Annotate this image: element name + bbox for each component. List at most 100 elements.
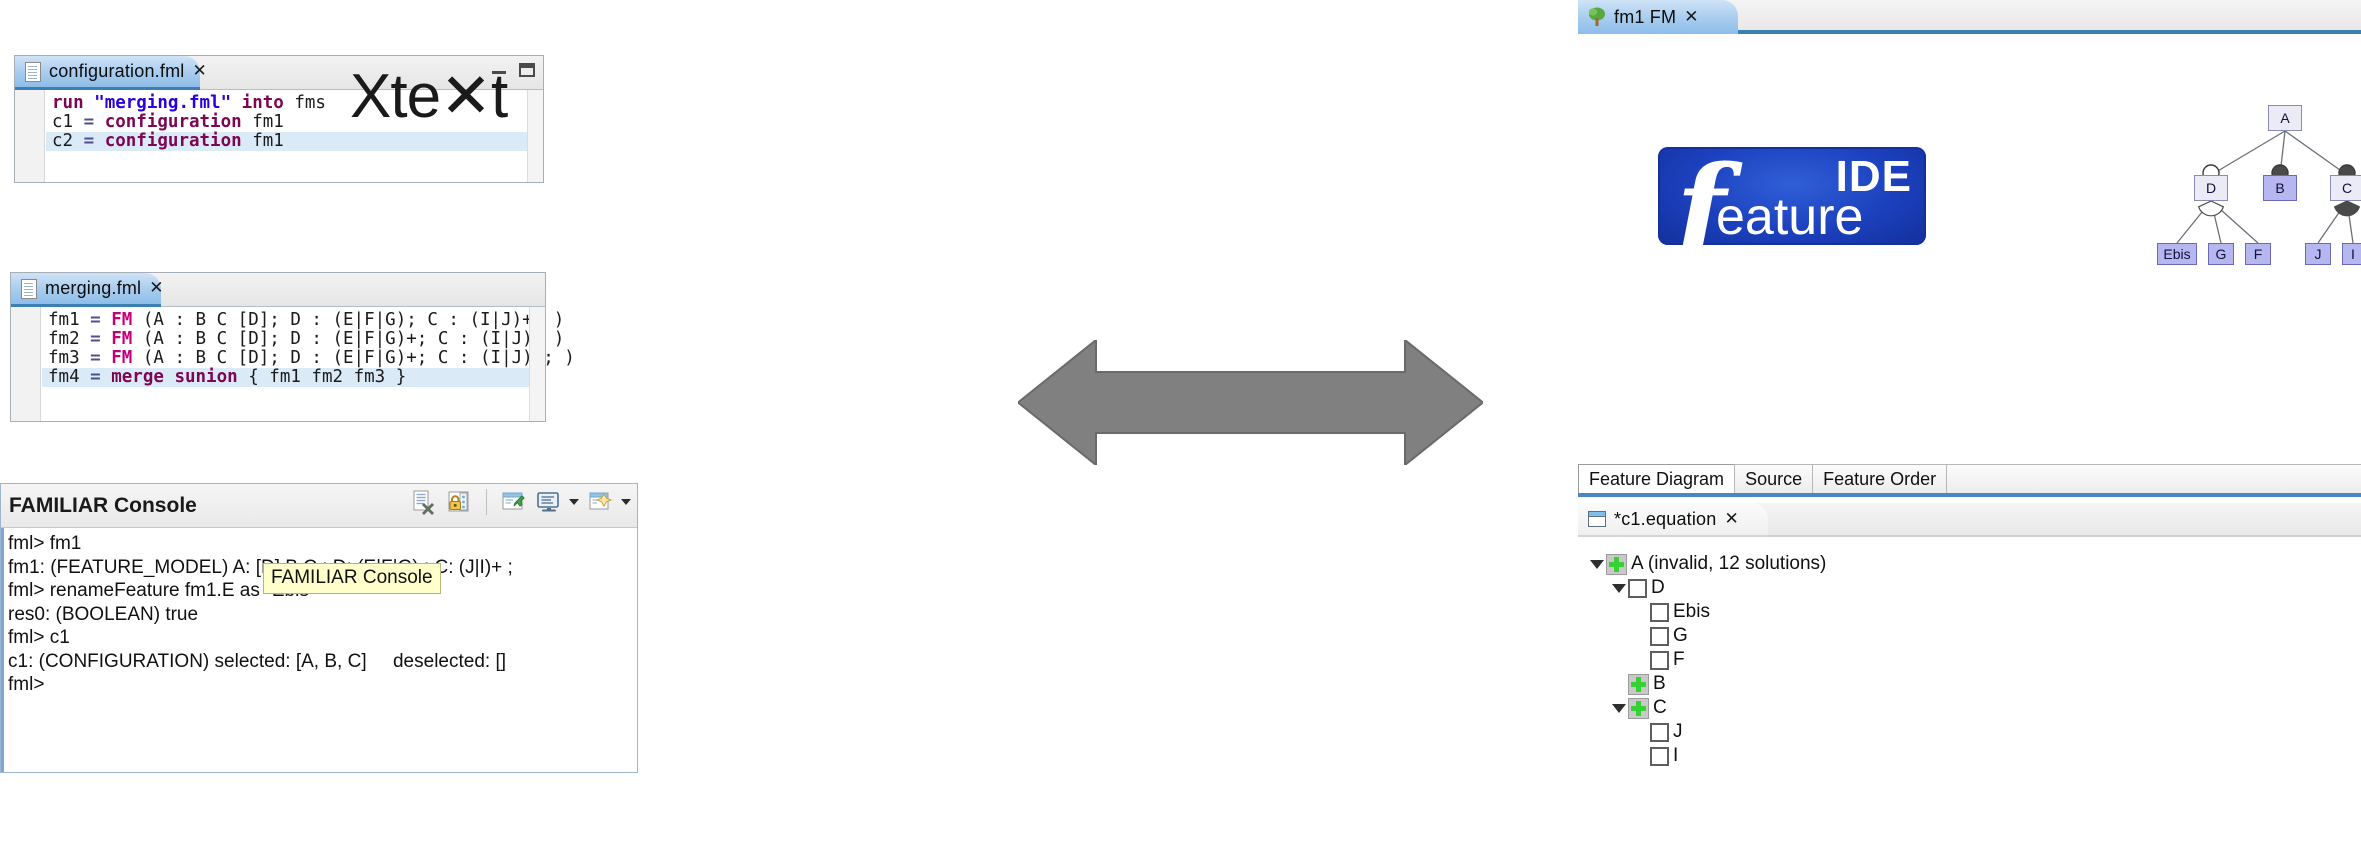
tab-fm1-fm[interactable]: fm1 FM ✕ xyxy=(1578,0,1738,34)
tree-row-label: Ebis xyxy=(1673,601,1710,622)
tree-row[interactable]: C xyxy=(1588,696,2188,720)
feature-node-label: D xyxy=(2205,180,2217,196)
view-tab-feature-diagram[interactable]: Feature Diagram xyxy=(1578,464,1736,493)
feature-node-d[interactable]: D xyxy=(2194,175,2228,201)
code-token: FM xyxy=(111,329,143,349)
tree-row[interactable]: B xyxy=(1588,672,2188,696)
view-tabs-filler: . xyxy=(1946,464,2361,493)
feature-node-c[interactable]: C xyxy=(2330,175,2361,201)
selected-plus-icon[interactable] xyxy=(1606,553,1627,575)
tree-row[interactable]: J xyxy=(1588,720,2188,744)
tab-merging-fml[interactable]: merging.fml ✕ xyxy=(11,273,163,307)
tree-icon xyxy=(1588,7,1606,27)
code-token: fm4 xyxy=(48,367,91,387)
clear-console-icon[interactable] xyxy=(411,489,437,515)
display-selected-console-icon[interactable] xyxy=(536,489,562,515)
configuration-tree[interactable]: A (invalid, 12 solutions) D Ebis G F B C J I xyxy=(1588,552,2188,768)
code-line: fm3 = FM (A : B C [D]; D : (E|F|G)+; C :… xyxy=(42,348,575,368)
close-icon[interactable]: ✕ xyxy=(149,280,163,297)
tree-row-label: B xyxy=(1653,673,1666,694)
feature-diagram-canvas[interactable]: A D B C Ebis G F J I xyxy=(2080,105,2361,285)
checkbox-icon[interactable] xyxy=(1650,626,1669,646)
code-token: (A : B C [D]; D : (E|F|G)+; C : (I|J)+; … xyxy=(142,348,575,368)
tree-row[interactable]: A (invalid, 12 solutions) xyxy=(1588,552,2188,576)
code-token: = xyxy=(90,348,112,368)
expand-arrow-icon[interactable] xyxy=(1610,579,1628,597)
code-token: configuration xyxy=(104,131,242,151)
checkbox-icon[interactable] xyxy=(1650,650,1669,670)
console-line: c1: (CONFIGURATION) selected: [A, B, C] … xyxy=(8,650,507,672)
merging-code[interactable]: fm1 = FM (A : B C [D]; D : (E|F|G); C : … xyxy=(42,311,575,387)
feature-node-label: C xyxy=(2341,180,2353,196)
pin-console-icon[interactable] xyxy=(501,489,527,515)
console-line: fml> xyxy=(8,674,45,695)
code-token: (A : B C [D]; D : (E|F|G); C : (I|J)+; ) xyxy=(142,310,565,330)
tree-row[interactable]: D xyxy=(1588,576,2188,600)
code-token: into xyxy=(231,93,284,113)
feature-node-b[interactable]: B xyxy=(2263,175,2297,201)
tree-row-label: A (invalid, 12 solutions) xyxy=(1631,553,1827,574)
chevron-down-icon[interactable] xyxy=(569,499,579,505)
vertical-scrollbar[interactable] xyxy=(529,307,545,421)
code-token: merge sunion xyxy=(111,367,238,387)
merging-editor-panel: merging.fml ✕ fm1 = FM (A : B C [D]; D :… xyxy=(10,272,575,422)
configuration-icon xyxy=(1588,511,1606,527)
checkbox-icon[interactable] xyxy=(1650,722,1669,742)
code-token: fm1 xyxy=(241,131,284,151)
feature-node-j[interactable]: J xyxy=(2305,243,2331,265)
maximize-icon[interactable] xyxy=(519,63,535,77)
tree-row[interactable]: F xyxy=(1588,648,2188,672)
selected-plus-icon[interactable] xyxy=(1628,673,1649,695)
view-tab-feature-order[interactable]: Feature Order xyxy=(1812,464,1948,493)
checkbox-icon[interactable] xyxy=(1628,578,1647,598)
fm-editor-tabstrip: fm1 FM ✕ xyxy=(1578,0,2361,34)
merging-editor-body[interactable]: fm1 = FM (A : B C [D]; D : (E|F|G); C : … xyxy=(11,307,575,421)
code-line: c2 = configuration fm1 xyxy=(46,132,543,151)
tree-row[interactable]: Ebis xyxy=(1588,600,2188,624)
tree-row[interactable]: G xyxy=(1588,624,2188,648)
chevron-down-icon[interactable] xyxy=(621,499,631,505)
tab-c1-equation[interactable]: *c1.equation ✕ xyxy=(1578,503,1768,537)
code-token: = xyxy=(83,112,105,132)
close-icon[interactable]: ✕ xyxy=(1684,8,1698,26)
feature-node-f[interactable]: F xyxy=(2245,243,2271,265)
feature-node-ebis[interactable]: Ebis xyxy=(2157,243,2197,265)
close-icon[interactable]: ✕ xyxy=(192,63,206,80)
code-token: configuration xyxy=(104,112,242,132)
tree-row-label: C xyxy=(1653,697,1667,718)
expand-arrow-icon[interactable] xyxy=(1610,699,1628,717)
editor-gutter xyxy=(15,90,45,182)
view-tab-source[interactable]: Source xyxy=(1734,464,1814,493)
feature-node-i[interactable]: I xyxy=(2342,243,2361,265)
tab-configuration-fml[interactable]: configuration.fml ✕ xyxy=(15,56,207,90)
xtext-logo-text: Xte✕t xyxy=(350,62,508,131)
expand-arrow-icon[interactable] xyxy=(1588,555,1606,573)
feature-node-label: Ebis xyxy=(2163,246,2191,262)
selected-plus-icon[interactable] xyxy=(1628,697,1649,719)
tree-row[interactable]: I xyxy=(1588,744,2188,768)
console-tooltip: FAMILIAR Console xyxy=(263,563,441,594)
feature-node-a[interactable]: A xyxy=(2268,105,2302,131)
feature-model-view-tabs[interactable]: Feature DiagramSourceFeature Order. xyxy=(1578,464,2361,497)
open-console-icon[interactable] xyxy=(588,489,614,515)
tab-label: *c1.equation xyxy=(1614,508,1717,529)
feature-node-label: A xyxy=(2280,110,2290,126)
checkbox-icon[interactable] xyxy=(1650,602,1669,622)
feature-node-g[interactable]: G xyxy=(2208,243,2234,265)
bidirectional-arrow xyxy=(1016,337,1485,468)
close-icon[interactable]: ✕ xyxy=(1724,510,1738,528)
code-token: fm2 xyxy=(48,329,91,349)
code-token: (A : B C [D]; D : (E|F|G)+; C : (I|J); ) xyxy=(142,329,565,349)
code-token: = xyxy=(90,329,112,349)
console-title-label: FAMILIAR Console xyxy=(9,493,197,517)
lock-scroll-icon[interactable] xyxy=(446,489,472,515)
featureide-eature-text: eature xyxy=(1716,188,1864,245)
code-token: FM xyxy=(111,348,143,368)
feature-node-label: B xyxy=(2275,180,2285,196)
checkbox-icon[interactable] xyxy=(1650,746,1669,766)
document-icon xyxy=(21,278,37,299)
code-token: run xyxy=(52,93,95,113)
vertical-scrollbar[interactable] xyxy=(527,90,543,182)
